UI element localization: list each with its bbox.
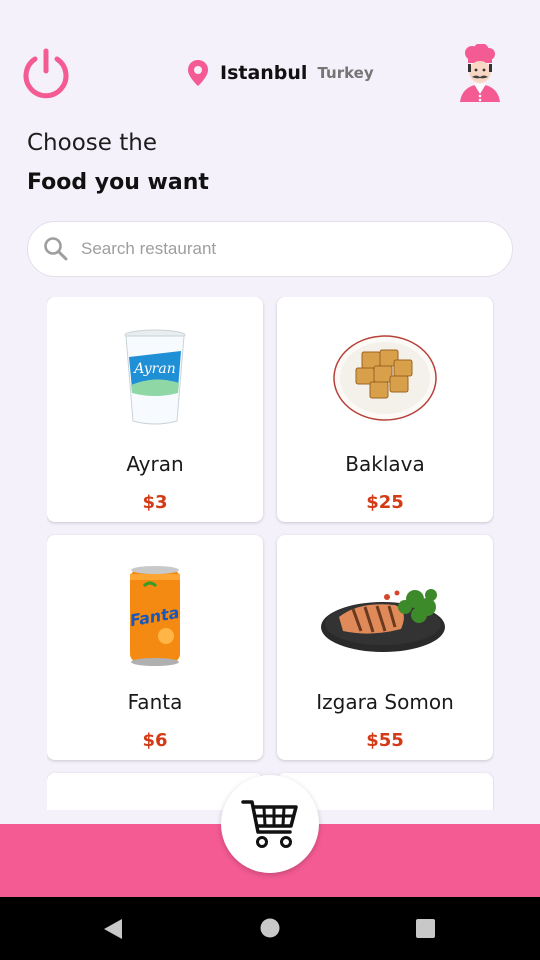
search-input[interactable] bbox=[81, 239, 481, 259]
location-country: Turkey bbox=[317, 64, 374, 82]
product-grid: Ayran Ayran $3 Baklava $25 Fanta Fanta $… bbox=[47, 297, 494, 810]
heading-line-2: Food you want bbox=[27, 170, 209, 195]
baklava-plate-icon bbox=[277, 319, 493, 434]
product-card-fanta[interactable]: Fanta Fanta $6 bbox=[47, 535, 263, 760]
search-bar[interactable] bbox=[27, 221, 513, 277]
product-name: Baklava bbox=[345, 452, 425, 476]
product-name: Izgara Somon bbox=[316, 690, 454, 714]
location-pin-icon bbox=[188, 60, 208, 86]
home-icon[interactable] bbox=[260, 918, 280, 938]
location[interactable]: Istanbul Turkey bbox=[186, 58, 374, 88]
product-name: Fanta bbox=[127, 690, 183, 714]
shopping-cart-icon bbox=[241, 800, 298, 848]
search-icon bbox=[44, 237, 68, 261]
product-price: $6 bbox=[142, 730, 168, 751]
top-bar: Istanbul Turkey bbox=[0, 0, 540, 120]
chef-avatar[interactable] bbox=[452, 43, 508, 102]
svg-text:Ayran: Ayran bbox=[132, 361, 176, 377]
product-price: $3 bbox=[142, 492, 168, 513]
ayran-cup-icon: Ayran bbox=[47, 319, 263, 434]
back-icon[interactable] bbox=[103, 918, 123, 940]
power-icon[interactable] bbox=[20, 45, 72, 99]
product-price: $25 bbox=[366, 492, 404, 513]
system-nav-bar bbox=[0, 897, 540, 960]
product-name: Ayran bbox=[126, 452, 184, 476]
product-card-baklava[interactable]: Baklava $25 bbox=[277, 297, 493, 522]
grilled-salmon-icon bbox=[277, 557, 493, 672]
heading-line-1: Choose the bbox=[27, 130, 157, 156]
product-card-izgara-somon[interactable]: Izgara Somon $55 bbox=[277, 535, 493, 760]
product-price: $55 bbox=[366, 730, 404, 751]
fanta-can-icon: Fanta bbox=[47, 557, 263, 672]
recent-apps-icon[interactable] bbox=[416, 919, 435, 938]
cart-button[interactable] bbox=[221, 775, 319, 873]
product-card-ayran[interactable]: Ayran Ayran $3 bbox=[47, 297, 263, 522]
location-city: Istanbul bbox=[220, 62, 308, 84]
